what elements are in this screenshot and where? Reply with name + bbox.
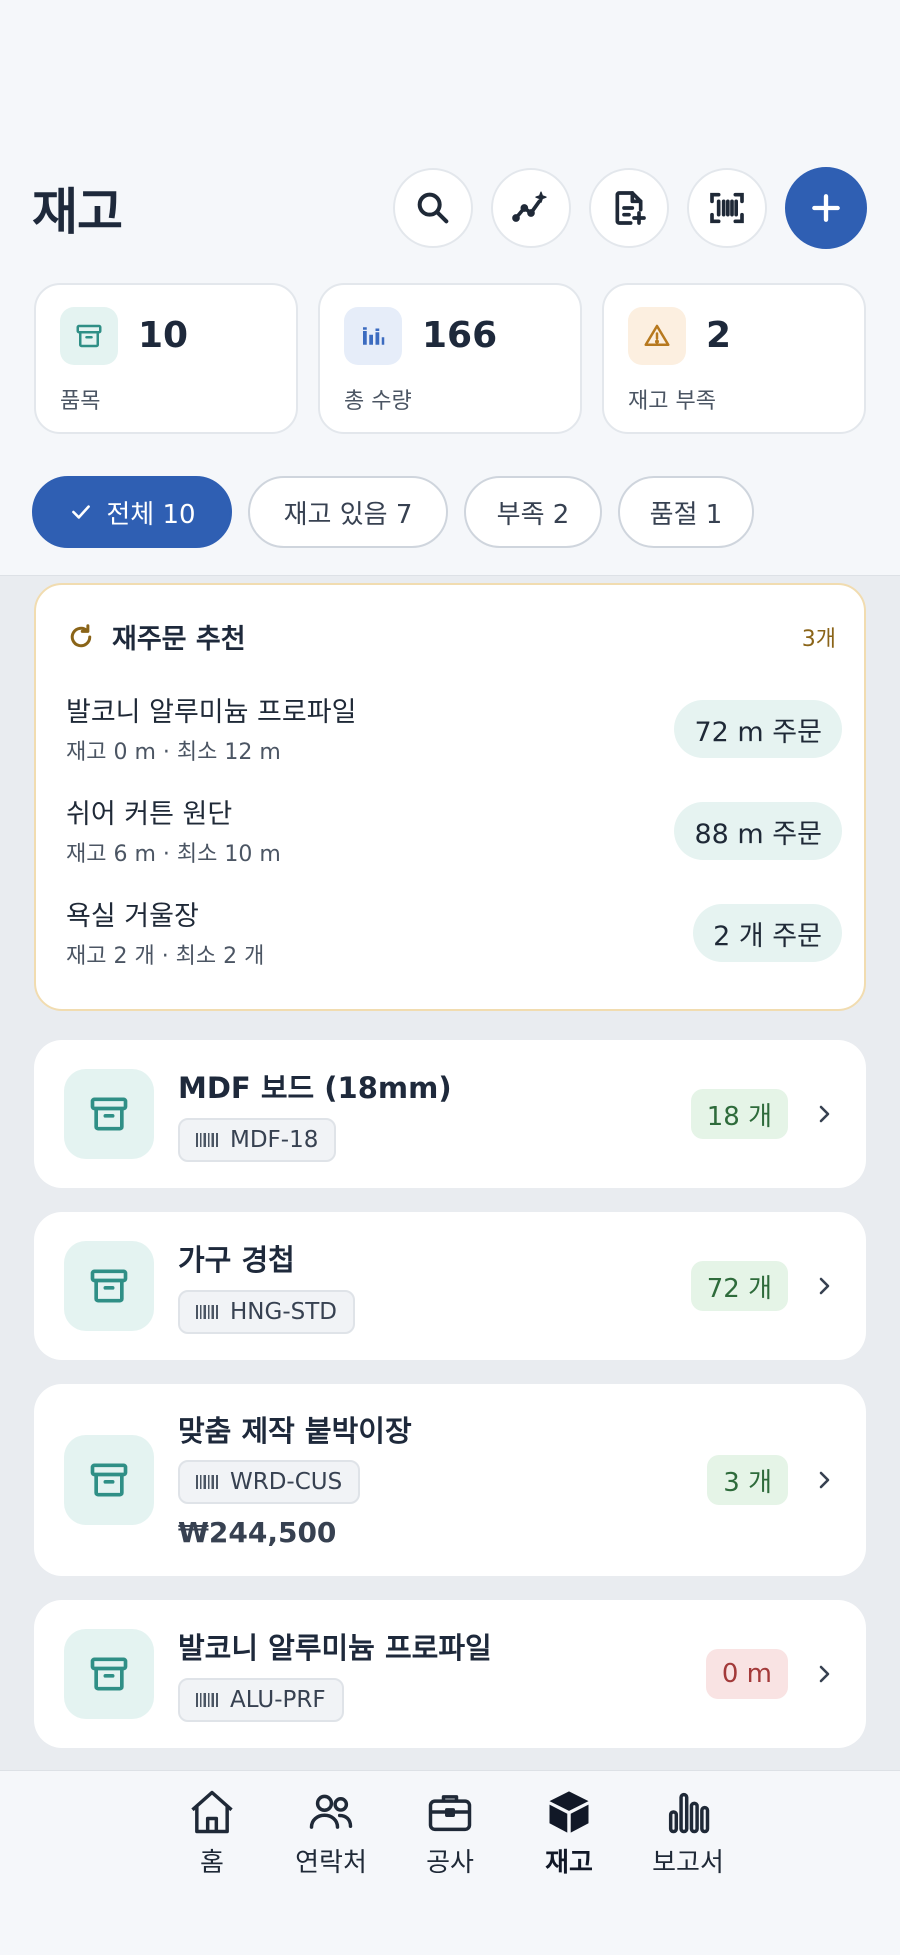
- nav-label: 재고: [545, 1848, 593, 1878]
- cube-icon: [549, 1791, 589, 1833]
- inventory-item[interactable]: 가구 경첩 HNG-STD 72 개: [34, 1212, 866, 1360]
- insights-button[interactable]: [491, 168, 571, 248]
- inventory-item[interactable]: 맞춤 제작 붙박이장 WRD-CUS ₩244,500 3 개: [34, 1384, 866, 1576]
- nav-item-inventory[interactable]: 재고: [509, 1786, 629, 1879]
- item-sku: MDF-18: [230, 1127, 319, 1153]
- chevron-right-icon: [819, 1105, 830, 1123]
- barcode-icon: [196, 1692, 220, 1708]
- reorder-suggestions-card: 재주문 추천 3개 발코니 알루미늄 프로파일 재고 0 m · 최소 12 m…: [34, 583, 866, 1011]
- barcode-icon: [196, 1304, 220, 1320]
- reorder-item-name: 욕실 거울장: [66, 901, 199, 932]
- barcode-scan-icon: [710, 192, 744, 224]
- item-sku: ALU-PRF: [230, 1687, 326, 1713]
- nav-item-projects[interactable]: 공사: [390, 1786, 510, 1879]
- filter-chip-all[interactable]: 전체 10: [32, 476, 232, 548]
- filter-chip-in-stock[interactable]: 재고 있음 7: [248, 476, 448, 548]
- reorder-order-button[interactable]: 2 개 주문: [693, 904, 842, 962]
- reorder-count: 3개: [801, 627, 836, 652]
- box-icon: [60, 307, 118, 365]
- reorder-item-name: 쉬어 커튼 원단: [66, 799, 233, 830]
- reorder-item-name: 발코니 알루미늄 프로파일: [66, 697, 357, 728]
- scan-barcode-button[interactable]: [687, 168, 767, 248]
- item-name: 맞춤 제작 붙박이장: [178, 1414, 412, 1448]
- item-qty-badge: 18 개: [690, 1089, 788, 1139]
- item-sku-badge: MDF-18: [178, 1118, 337, 1162]
- reorder-title: 재주문 추천: [112, 624, 246, 655]
- inventory-item[interactable]: MDF 보드 (18mm) MDF-18 18 개: [34, 1040, 866, 1188]
- item-qty-badge: 72 개: [690, 1261, 788, 1311]
- new-report-button[interactable]: [589, 168, 669, 248]
- item-qty-badge: 0 m: [705, 1649, 788, 1699]
- item-sku-badge: WRD-CUS: [178, 1460, 361, 1504]
- refresh-icon: [70, 623, 92, 647]
- stat-card-items[interactable]: 10 품목: [34, 283, 298, 434]
- search-button[interactable]: [393, 168, 473, 248]
- stat-label: 총 수량: [344, 389, 412, 414]
- inventory-item[interactable]: 발코니 알루미늄 프로파일 ALU-PRF 0 m: [34, 1600, 866, 1748]
- home-icon: [191, 1790, 233, 1834]
- stat-value: 2: [706, 315, 732, 356]
- stat-value: 10: [138, 315, 189, 356]
- stat-value: 166: [422, 315, 498, 356]
- box-icon: [64, 1241, 154, 1331]
- bar-chart-icon: [668, 1792, 710, 1834]
- stat-label: 품목: [60, 389, 101, 414]
- barcode-icon: [196, 1132, 220, 1148]
- reorder-row: 발코니 알루미늄 프로파일 재고 0 m · 최소 12 m 72 m 주문: [66, 690, 842, 780]
- nav-item-reports[interactable]: 보고서: [628, 1786, 748, 1879]
- reorder-row: 욕실 거울장 재고 2 개 · 최소 2 개 2 개 주문: [66, 894, 842, 984]
- briefcase-icon: [428, 1795, 472, 1832]
- box-icon: [64, 1629, 154, 1719]
- nav-label: 홈: [200, 1848, 224, 1878]
- box-icon: [64, 1069, 154, 1159]
- nav-label: 연락처: [295, 1848, 367, 1878]
- item-name: 가구 경첩: [178, 1243, 295, 1277]
- filter-chip-low[interactable]: 부족 2: [464, 476, 602, 548]
- item-name: 발코니 알루미늄 프로파일: [178, 1631, 492, 1665]
- reorder-order-button[interactable]: 88 m 주문: [674, 802, 842, 860]
- reorder-item-stock: 재고 0 m · 최소 12 m: [66, 740, 281, 765]
- filter-chip-out-of-stock[interactable]: 품절 1: [618, 476, 754, 548]
- bottom-nav: 홈 연락처 공사 재고 보고서: [0, 1770, 900, 1955]
- item-sku-badge: ALU-PRF: [178, 1678, 344, 1722]
- chevron-right-icon: [819, 1665, 830, 1683]
- filter-chip-label: 품절 1: [649, 499, 723, 530]
- filter-chip-label: 재고 있음 7: [283, 499, 413, 530]
- reorder-item-stock: 재고 2 개 · 최소 2 개: [66, 944, 265, 969]
- search-icon: [417, 192, 449, 224]
- sparkle-chart-icon: [512, 191, 547, 222]
- warning-icon: [628, 307, 686, 365]
- nav-label: 공사: [426, 1848, 474, 1878]
- item-sku: HNG-STD: [230, 1299, 337, 1325]
- add-item-button[interactable]: [785, 167, 867, 249]
- item-sku-badge: HNG-STD: [178, 1290, 355, 1334]
- box-icon: [64, 1435, 154, 1525]
- chevron-right-icon: [819, 1471, 830, 1489]
- nav-item-contacts[interactable]: 연락처: [271, 1786, 391, 1879]
- reorder-row: 쉬어 커튼 원단 재고 6 m · 최소 10 m 88 m 주문: [66, 792, 842, 882]
- nav-item-home[interactable]: 홈: [152, 1786, 272, 1879]
- filter-chip-label: 부족 2: [496, 499, 570, 530]
- check-icon: [68, 499, 94, 525]
- document-add-icon: [615, 191, 646, 225]
- reorder-item-stock: 재고 6 m · 최소 10 m: [66, 842, 281, 867]
- stat-card-total-qty[interactable]: 166 총 수량: [318, 283, 582, 434]
- stat-card-low-stock[interactable]: 2 재고 부족: [602, 283, 866, 434]
- bar-chart-icon: [344, 307, 402, 365]
- item-qty-badge: 3 개: [707, 1455, 788, 1505]
- nav-label: 보고서: [652, 1848, 724, 1878]
- item-sku: WRD-CUS: [230, 1469, 343, 1495]
- stat-label: 재고 부족: [628, 389, 716, 414]
- barcode-icon: [196, 1474, 220, 1490]
- chevron-right-icon: [819, 1277, 830, 1295]
- contacts-icon: [309, 1794, 353, 1829]
- plus-icon: [812, 194, 840, 222]
- filter-chip-label: 전체 10: [106, 499, 196, 530]
- reorder-order-button[interactable]: 72 m 주문: [674, 700, 842, 758]
- page-title: 재고: [32, 183, 123, 241]
- item-name: MDF 보드 (18mm): [178, 1071, 452, 1105]
- item-price: ₩244,500: [178, 1516, 337, 1549]
